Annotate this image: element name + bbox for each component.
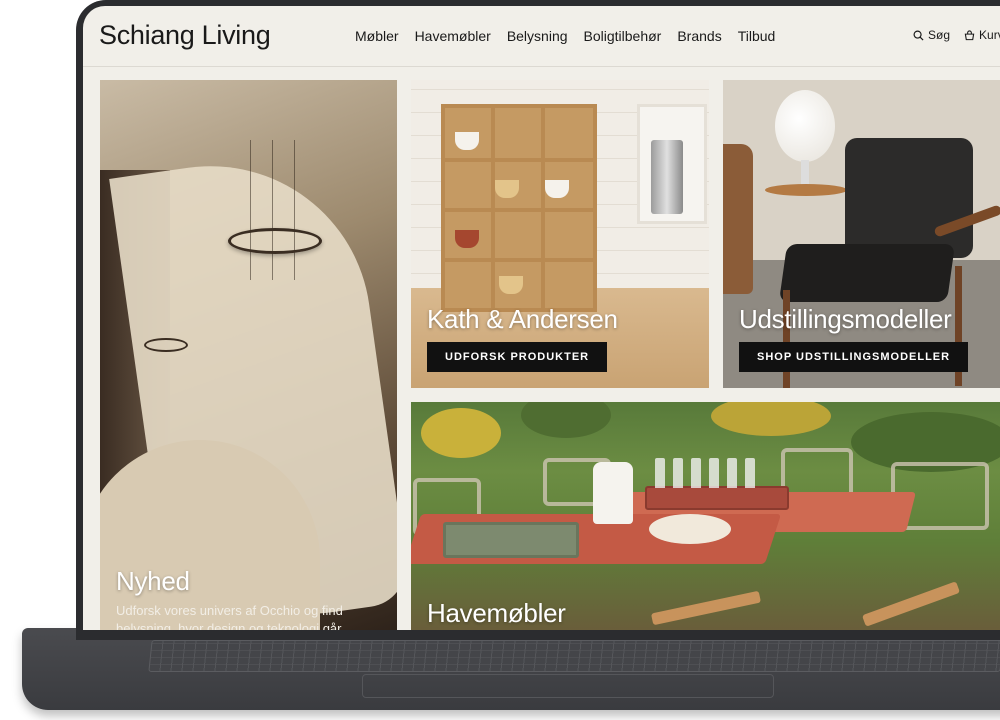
cup	[455, 132, 479, 150]
food-plate	[649, 514, 731, 544]
nav-item-boligtilbehor[interactable]: Boligtilbehør	[584, 28, 662, 44]
cart-label: Kurv	[979, 28, 1000, 42]
french-press	[651, 140, 683, 214]
laptop-trackpad	[362, 674, 774, 698]
cup	[495, 180, 519, 198]
site-header: Schiang Living Møbler Havemøbler Belysni…	[83, 6, 1000, 67]
yellow-bush	[711, 402, 831, 436]
cup	[545, 180, 569, 198]
search-icon	[913, 30, 924, 41]
pendant-ring-lamp-small	[144, 338, 188, 352]
cart-button[interactable]: Kurv	[964, 28, 1000, 42]
nav-item-belysning[interactable]: Belysning	[507, 28, 568, 44]
tile-nyhed[interactable]: Nyhed Udforsk vores univers af Occhio og…	[100, 80, 397, 630]
nav-item-mobler[interactable]: Møbler	[355, 28, 399, 44]
lamp-stand	[801, 160, 809, 186]
site-logo[interactable]: Schiang Living	[99, 20, 271, 51]
teapot	[455, 230, 479, 248]
armchair-seat	[778, 244, 956, 302]
tile-kath-andersen[interactable]: Kath & Andersen UDFORSK PRODUKTER	[411, 80, 709, 388]
laptop-screen: Schiang Living Møbler Havemøbler Belysni…	[83, 6, 1000, 630]
search-button[interactable]: Søg	[913, 28, 950, 42]
laptop-base	[22, 628, 1000, 710]
armchair-back	[845, 138, 973, 258]
wine-glass	[709, 458, 719, 488]
shop-showroom-models-button[interactable]: SHOP UDSTILLINGSMODELLER	[739, 342, 969, 372]
garden-chair-seat	[650, 590, 762, 626]
wine-glass	[655, 458, 665, 488]
header-utilities: Søg Kurv	[913, 28, 1000, 42]
paper-lamp	[775, 90, 835, 162]
wine-glass	[727, 458, 737, 488]
lantern	[593, 462, 633, 524]
nav-item-tilbud[interactable]: Tilbud	[738, 28, 776, 44]
yellow-bush	[421, 408, 501, 458]
explore-products-button[interactable]: UDFORSK PRODUKTER	[427, 342, 608, 372]
cup	[499, 276, 523, 294]
tile-title: Udstillingsmodeller	[739, 304, 952, 334]
tile-title: Havemøbler	[427, 598, 566, 628]
tile-title: Nyhed	[116, 566, 190, 596]
laptop-keyboard	[148, 640, 1000, 672]
serving-tray	[443, 522, 579, 558]
tile-udstillingsmodeller[interactable]: Udstillingsmodeller SHOP UDSTILLINGSMODE…	[723, 80, 1000, 388]
wine-glass	[745, 458, 755, 488]
nav-item-brands[interactable]: Brands	[677, 28, 721, 44]
green-bush	[521, 402, 611, 438]
pendant-wire	[294, 140, 295, 280]
garden-chair-seat	[861, 581, 961, 627]
pendant-wire	[272, 140, 273, 280]
wine-glass	[673, 458, 683, 488]
serving-tray	[645, 486, 789, 510]
search-label: Søg	[928, 28, 951, 42]
nav-item-havemobler[interactable]: Havemøbler	[415, 28, 491, 44]
tile-description: Udforsk vores univers af Occhio og find …	[116, 603, 343, 630]
pendant-ring-lamp	[228, 228, 322, 254]
tile-havemobler[interactable]: Havemøbler	[411, 402, 1000, 630]
main-nav: Møbler Havemøbler Belysning Boligtilbehø…	[355, 28, 791, 44]
pendant-wire	[250, 140, 251, 280]
side-table	[765, 184, 847, 196]
tile-title: Kath & Andersen	[427, 304, 618, 334]
side-chair	[723, 144, 753, 294]
wine-glass	[691, 458, 701, 488]
cart-icon	[964, 29, 975, 40]
